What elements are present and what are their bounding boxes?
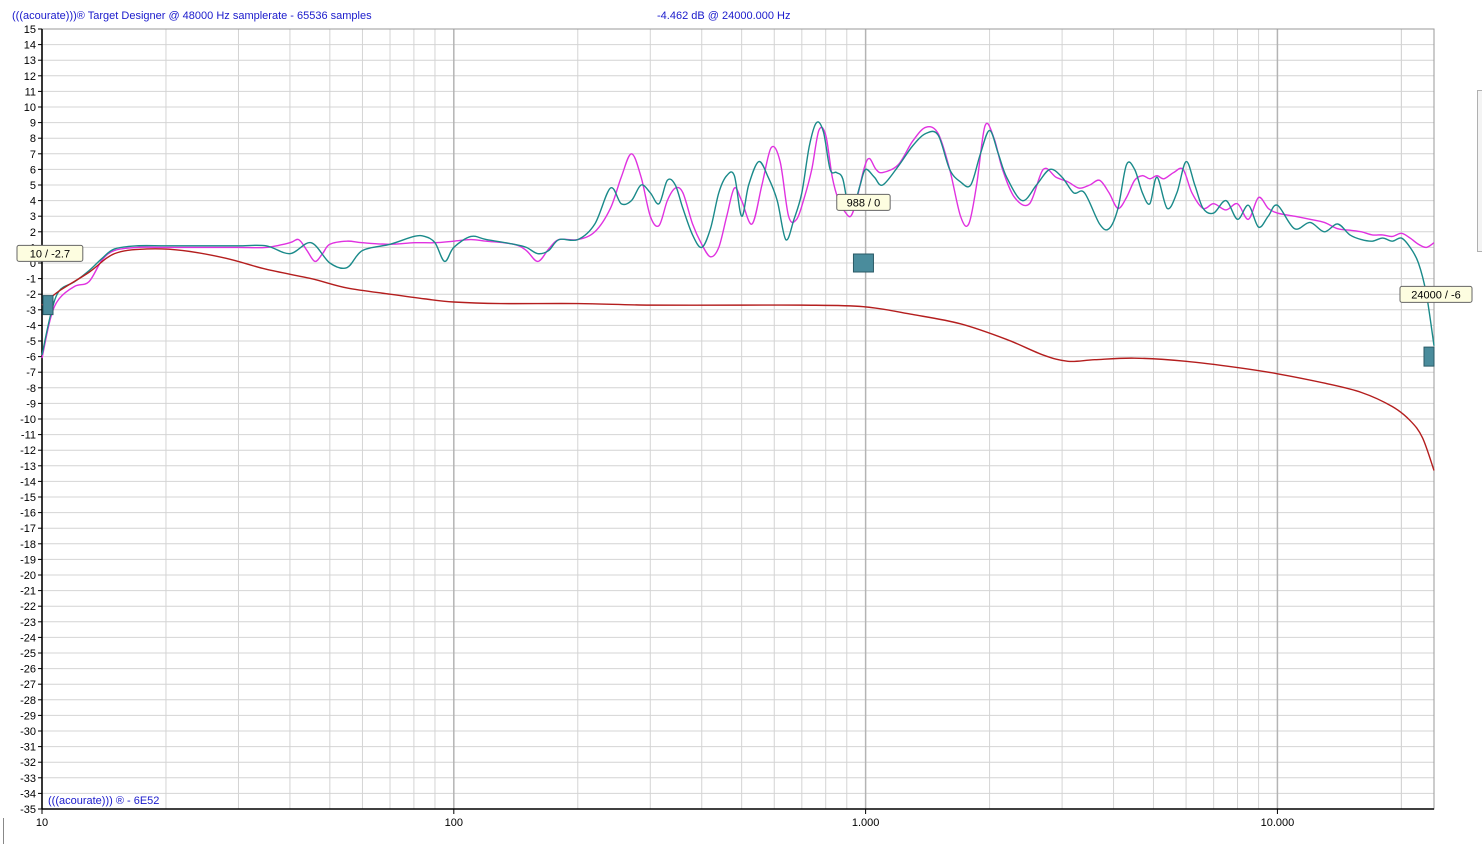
y-tick-label: -7 xyxy=(26,367,36,379)
y-tick-label: -5 xyxy=(26,336,36,348)
y-tick-label: -16 xyxy=(20,508,36,520)
y-tick-label: 9 xyxy=(30,118,36,130)
y-tick-label: -4 xyxy=(26,320,36,332)
y-tick-label: 10 xyxy=(24,102,36,114)
y-tick-label: -14 xyxy=(20,476,36,488)
x-tick-label: 1.000 xyxy=(852,817,880,829)
y-tick-label: 4 xyxy=(30,196,36,208)
y-tick-label: 15 xyxy=(24,24,36,36)
marker-label: 10 / -2.7 xyxy=(30,248,70,260)
marker-label: 24000 / -6 xyxy=(1411,289,1461,301)
y-tick-label: -25 xyxy=(20,648,36,660)
y-tick-label: 3 xyxy=(30,211,36,223)
y-tick-label: 7 xyxy=(30,149,36,161)
y-tick-label: 14 xyxy=(24,40,36,52)
y-tick-label: -29 xyxy=(20,710,36,722)
window-edge xyxy=(0,818,4,844)
x-tick-label: 10 xyxy=(36,817,48,829)
footer-brand: (((acourate))) ® - 6E52 xyxy=(48,795,160,807)
y-tick-label: -27 xyxy=(20,679,36,691)
cursor-readout: -4.462 dB @ 24000.000 Hz xyxy=(657,10,791,22)
y-tick-label: -3 xyxy=(26,305,36,317)
marker-handle[interactable] xyxy=(42,295,54,316)
y-tick-label: -18 xyxy=(20,539,36,551)
y-tick-label: -8 xyxy=(26,383,36,395)
y-tick-label: -21 xyxy=(20,586,36,598)
y-tick-label: -1 xyxy=(26,274,36,286)
side-scroll-handle[interactable] xyxy=(1477,90,1482,252)
y-tick-label: 2 xyxy=(30,227,36,239)
y-tick-label: -24 xyxy=(20,632,36,644)
y-tick-label: -30 xyxy=(20,726,36,738)
y-tick-label: -32 xyxy=(20,757,36,769)
y-tick-label: -13 xyxy=(20,461,36,473)
y-tick-label: -34 xyxy=(20,788,36,800)
marker-handle[interactable] xyxy=(852,253,874,273)
marker-label: 988 / 0 xyxy=(847,197,881,209)
y-tick-label: -9 xyxy=(26,398,36,410)
y-tick-label: -10 xyxy=(20,414,36,426)
y-tick-label: -2 xyxy=(26,289,36,301)
y-tick-label: 5 xyxy=(30,180,36,192)
y-tick-labels: 1514131211109876543210-1-2-3-4-5-6-7-8-9… xyxy=(20,24,42,816)
y-tick-label: -26 xyxy=(20,664,36,676)
y-tick-label: -22 xyxy=(20,601,36,613)
y-tick-label: 13 xyxy=(24,55,36,67)
y-tick-label: -15 xyxy=(20,492,36,504)
y-tick-label: 8 xyxy=(30,133,36,145)
x-tick-label: 10.000 xyxy=(1261,817,1295,829)
y-tick-label: 11 xyxy=(25,86,36,98)
y-tick-label: -17 xyxy=(20,523,36,535)
app-title: (((acourate)))® Target Designer @ 48000 … xyxy=(12,10,372,22)
y-tick-label: -33 xyxy=(20,773,36,785)
x-tick-label: 100 xyxy=(445,817,463,829)
marker-handle[interactable] xyxy=(1423,346,1435,367)
y-tick-label: -12 xyxy=(20,445,36,457)
y-tick-label: -11 xyxy=(21,430,36,442)
y-tick-label: -6 xyxy=(26,352,36,364)
y-tick-label: 12 xyxy=(24,71,36,83)
y-tick-label: -19 xyxy=(20,554,36,566)
y-tick-label: 6 xyxy=(30,164,36,176)
y-tick-label: -20 xyxy=(20,570,36,582)
y-tick-label: -23 xyxy=(20,617,36,629)
frequency-response-chart[interactable]: 15 14 13 12 11 10 9 8 7 6 5 4 3 2 10 -1 -2 -3 -4 -5 -6 -7 -8 -9… xyxy=(0,0,1482,848)
y-tick-label: -35 xyxy=(20,804,36,816)
y-tick-label: -31 xyxy=(20,742,36,754)
y-tick-label: -28 xyxy=(20,695,36,707)
target-designer-window: 15 14 13 12 11 10 9 8 7 6 5 4 3 2 10 -1 -2 -3 -4 -5 -6 -7 -8 -9… xyxy=(0,0,1482,848)
x-tick-labels: 10 100 1.000 10.000 xyxy=(36,809,1294,829)
